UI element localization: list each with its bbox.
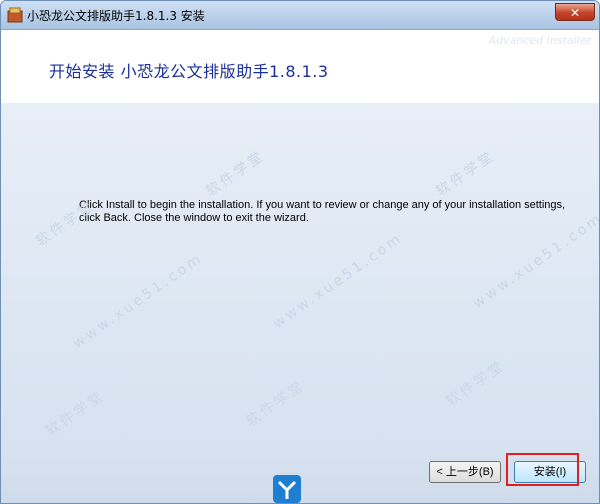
- close-button[interactable]: ✕: [555, 3, 595, 21]
- header-panel: Advanced Installer 开始安装 小恐龙公文排版助手1.8.1.3: [1, 30, 599, 103]
- watermark-text: 软件学堂: [433, 147, 499, 200]
- install-highlight-box: [506, 453, 579, 486]
- title-bar[interactable]: 小恐龙公文排版助手1.8.1.3 安装 ✕: [1, 1, 599, 30]
- watermark-text: 软件学堂: [203, 147, 269, 200]
- brand-label: Advanced Installer: [488, 34, 591, 47]
- page-title: 开始安装 小恐龙公文排版助手1.8.1.3: [49, 62, 329, 81]
- watermark-url: www.xue51.com: [270, 230, 407, 332]
- installer-window: 小恐龙公文排版助手1.8.1.3 安装 ✕ Advanced Installer…: [0, 0, 600, 504]
- back-button[interactable]: < 上一步(B): [429, 461, 501, 483]
- close-icon: ✕: [569, 6, 581, 20]
- content-panel: Click Install to begin the installation.…: [1, 103, 599, 453]
- instruction-text: Click Install to begin the installation.…: [79, 199, 566, 224]
- watermark-url: www.xue51.com: [70, 250, 207, 352]
- watermark-text: 软件学堂: [443, 357, 509, 410]
- watermark-text: 软件学堂: [43, 387, 109, 440]
- window-title: 小恐龙公文排版助手1.8.1.3 安装: [27, 9, 205, 23]
- installer-box-icon: [7, 7, 23, 23]
- watermark-text: 软件学堂: [243, 377, 309, 430]
- watermark-url: www.xue51.com: [470, 210, 600, 312]
- xue51-logo-icon: [273, 475, 301, 503]
